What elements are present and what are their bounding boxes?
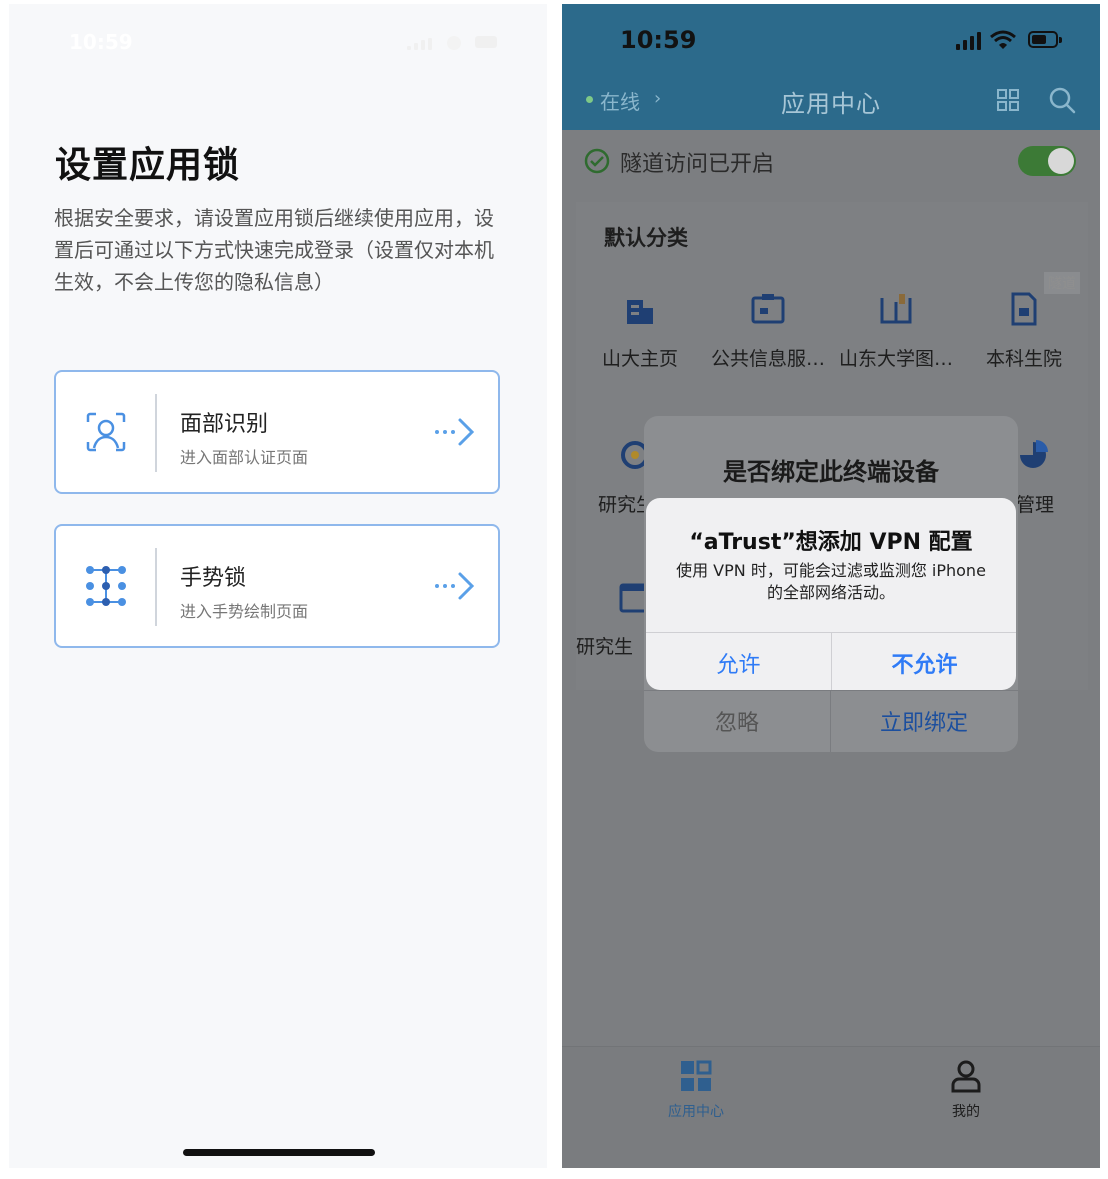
category-title: 默认分类 — [604, 226, 688, 250]
wifi-icon — [990, 30, 1016, 49]
app-label: 公共信息服… — [710, 348, 825, 370]
app-tile[interactable]: 本科生院 — [960, 292, 1088, 371]
search-icon[interactable] — [1048, 86, 1076, 114]
app-lock-screen: 10:59 设置应用锁 根据安全要求，请设置应用锁后继续使用应用，设置后可通过以… — [9, 4, 547, 1168]
app-tile[interactable]: 山东大学图… — [832, 292, 960, 371]
allow-button[interactable]: 允许 — [646, 647, 831, 679]
option-divider — [155, 394, 157, 472]
bind-now-button[interactable]: 立即绑定 — [831, 705, 1017, 737]
app-center-screen: 10:59 在线 › 应用中心 隧道访问已开启 默认分类 隧道 山大主页 公共信… — [562, 4, 1100, 1168]
tab-bar: 应用中心 我的 — [562, 1046, 1100, 1168]
tab-mine[interactable]: 我的 — [906, 1059, 1026, 1121]
option-title: 手势锁 — [180, 566, 247, 591]
option-title: 面部识别 — [180, 412, 269, 437]
tunnel-tag: 隧道 — [1044, 272, 1080, 294]
dialog-title: 是否绑定此终端设备 — [723, 458, 939, 486]
arrow-right-icon — [435, 418, 475, 446]
arrow-right-icon — [435, 572, 475, 600]
alert-message: 使用 VPN 时，可能会过滤或监测您 iPhone 的全部网络活动。 — [676, 561, 986, 602]
face-recognition-option[interactable]: 面部识别 进入面部认证页面 — [54, 370, 500, 494]
option-divider — [155, 548, 157, 626]
app-label: 研究生 — [598, 494, 646, 516]
tunnel-row: 隧道访问已开启 — [562, 130, 1100, 194]
check-circle-icon — [584, 148, 610, 174]
vpn-permission-alert: “aTrust”想添加 VPN 配置 使用 VPN 时，可能会过滤或监测您 iP… — [646, 498, 1016, 690]
wifi-icon — [447, 36, 461, 50]
app-tile[interactable]: 公共信息服… — [704, 292, 832, 371]
signal-icon — [956, 32, 982, 50]
tab-label: 应用中心 — [668, 1104, 724, 1120]
app-tile[interactable]: 山大主页 — [576, 292, 704, 371]
tunnel-toggle[interactable] — [1018, 146, 1076, 176]
tab-label: 我的 — [952, 1104, 980, 1120]
alert-title: “aTrust”想添加 VPN 配置 — [689, 530, 973, 555]
id-card-icon — [751, 294, 785, 324]
status-time: 10:59 — [620, 26, 697, 54]
pie-icon — [1020, 440, 1048, 468]
app-label: 本科生院 — [985, 348, 1062, 370]
dialog-actions: 忽略 立即绑定 — [644, 690, 1018, 752]
alert-actions: 允许 不允许 — [646, 632, 1016, 690]
app-header: 10:59 在线 › 应用中心 — [562, 4, 1100, 130]
battery-icon — [475, 36, 497, 48]
face-id-icon — [86, 412, 126, 452]
status-bar: 10:59 — [9, 4, 547, 84]
toggle-knob — [1048, 148, 1074, 174]
battery-icon — [1028, 31, 1058, 48]
app-grid-icon — [681, 1060, 712, 1091]
page-description: 根据安全要求，请设置应用锁后继续使用应用，设置后可通过以下方式快速完成登录（设置… — [54, 206, 494, 294]
grid-view-icon[interactable] — [996, 88, 1020, 112]
app-label: 管理 — [1016, 494, 1055, 516]
gesture-lock-option[interactable]: 手势锁 进入手势绘制页面 — [54, 524, 500, 648]
app-tile[interactable]: 管理 — [1016, 438, 1088, 517]
tunnel-label: 隧道访问已开启 — [620, 152, 775, 177]
option-subtitle: 进入手势绘制页面 — [180, 602, 309, 621]
gesture-grid-icon — [86, 566, 126, 606]
page-title: 设置应用锁 — [55, 145, 241, 186]
status-time: 10:59 — [69, 30, 133, 54]
home-indicator[interactable] — [183, 1149, 375, 1156]
option-subtitle: 进入面部认证页面 — [180, 448, 309, 467]
app-label: 研究生 — [576, 636, 634, 658]
document-icon — [1011, 292, 1037, 326]
ignore-button[interactable]: 忽略 — [644, 705, 830, 737]
app-label: 山大主页 — [601, 348, 678, 370]
building-icon — [627, 300, 653, 324]
tab-app-center[interactable]: 应用中心 — [636, 1059, 756, 1121]
signal-icon — [407, 38, 437, 50]
book-icon — [880, 294, 912, 324]
user-icon — [951, 1060, 981, 1093]
deny-button[interactable]: 不允许 — [832, 647, 1016, 679]
app-label: 山东大学图… — [838, 348, 953, 370]
